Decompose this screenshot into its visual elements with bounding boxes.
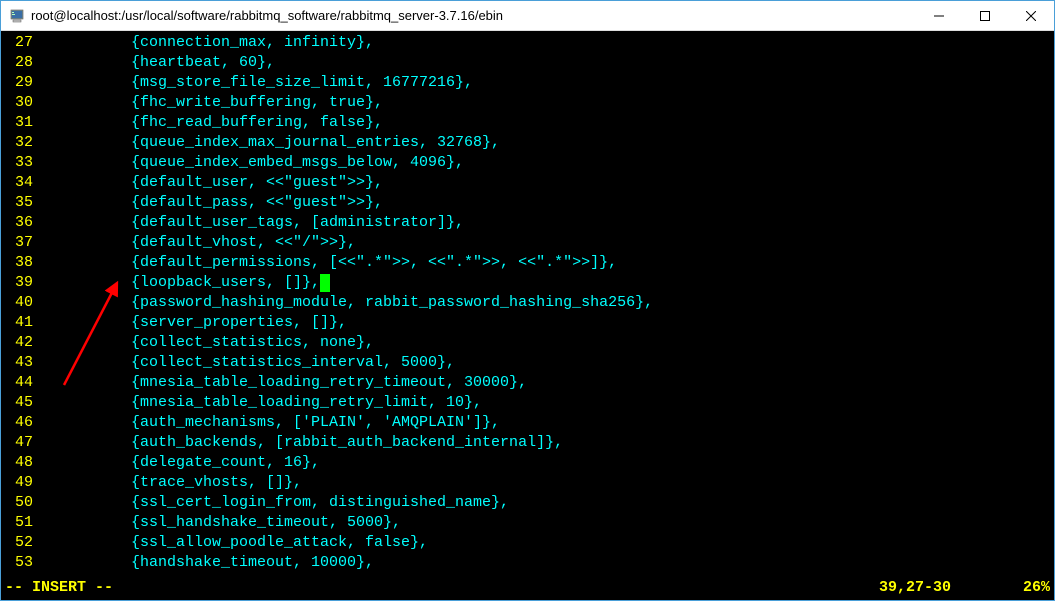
code-text: {password_hashing_module, rabbit_passwor… — [35, 293, 653, 313]
line-number: 34 — [5, 173, 35, 193]
titlebar[interactable]: root@localhost:/usr/local/software/rabbi… — [1, 1, 1054, 31]
code-line: 47{auth_backends, [rabbit_auth_backend_i… — [5, 433, 1054, 453]
line-number: 29 — [5, 73, 35, 93]
code-line: 44{mnesia_table_loading_retry_timeout, 3… — [5, 373, 1054, 393]
line-number: 38 — [5, 253, 35, 273]
putty-icon — [9, 8, 25, 24]
code-text: {ssl_allow_poodle_attack, false}, — [35, 533, 428, 553]
code-text: {default_user, <<"guest">>}, — [35, 173, 383, 193]
line-number: 40 — [5, 293, 35, 313]
code-line: 41{server_properties, []}, — [5, 313, 1054, 333]
code-text: {default_permissions, [<<".*">>, <<".*">… — [35, 253, 617, 273]
code-line: 30{fhc_write_buffering, true}, — [5, 93, 1054, 113]
code-line: 45{mnesia_table_loading_retry_limit, 10}… — [5, 393, 1054, 413]
code-text: {queue_index_embed_msgs_below, 4096}, — [35, 153, 464, 173]
code-text: {auth_backends, [rabbit_auth_backend_int… — [35, 433, 563, 453]
line-number: 51 — [5, 513, 35, 533]
code-text: {queue_index_max_journal_entries, 32768}… — [35, 133, 500, 153]
line-number: 42 — [5, 333, 35, 353]
line-number: 48 — [5, 453, 35, 473]
line-number: 33 — [5, 153, 35, 173]
code-text: {handshake_timeout, 10000}, — [35, 553, 374, 573]
maximize-button[interactable] — [962, 1, 1008, 30]
window-controls — [916, 1, 1054, 30]
line-number: 53 — [5, 553, 35, 573]
code-line: 36{default_user_tags, [administrator]}, — [5, 213, 1054, 233]
line-number: 31 — [5, 113, 35, 133]
code-line: 29{msg_store_file_size_limit, 16777216}, — [5, 73, 1054, 93]
line-number: 36 — [5, 213, 35, 233]
line-number: 37 — [5, 233, 35, 253]
line-number: 43 — [5, 353, 35, 373]
code-line: 39{loopback_users, []}, — [5, 273, 1054, 293]
code-line: 48{delegate_count, 16}, — [5, 453, 1054, 473]
putty-window: root@localhost:/usr/local/software/rabbi… — [0, 0, 1055, 601]
code-line: 46{auth_mechanisms, ['PLAIN', 'AMQPLAIN'… — [5, 413, 1054, 433]
code-line: 50{ssl_cert_login_from, distinguished_na… — [5, 493, 1054, 513]
window-title: root@localhost:/usr/local/software/rabbi… — [31, 8, 916, 23]
code-text: {connection_max, infinity}, — [35, 33, 374, 53]
code-text: {default_pass, <<"guest">>}, — [35, 193, 383, 213]
code-text: {loopback_users, []}, — [35, 273, 330, 293]
line-number: 52 — [5, 533, 35, 553]
close-button[interactable] — [1008, 1, 1054, 30]
code-line: 28{heartbeat, 60}, — [5, 53, 1054, 73]
code-text: {fhc_read_buffering, false}, — [35, 113, 383, 133]
terminal-area[interactable]: 27{connection_max, infinity},28{heartbea… — [1, 31, 1054, 600]
terminal-cursor — [320, 274, 330, 292]
code-text: {heartbeat, 60}, — [35, 53, 275, 73]
code-line: 43{collect_statistics_interval, 5000}, — [5, 353, 1054, 373]
line-number: 46 — [5, 413, 35, 433]
code-text: {trace_vhosts, []}, — [35, 473, 302, 493]
line-number: 28 — [5, 53, 35, 73]
code-container: 27{connection_max, infinity},28{heartbea… — [5, 33, 1054, 573]
vim-position: 39,27-30 26% — [879, 578, 1050, 598]
minimize-button[interactable] — [916, 1, 962, 30]
code-text: {mnesia_table_loading_retry_timeout, 300… — [35, 373, 527, 393]
code-text: {delegate_count, 16}, — [35, 453, 320, 473]
code-text: {mnesia_table_loading_retry_limit, 10}, — [35, 393, 482, 413]
code-line: 32{queue_index_max_journal_entries, 3276… — [5, 133, 1054, 153]
code-line: 37{default_vhost, <<"/">>}, — [5, 233, 1054, 253]
code-line: 34{default_user, <<"guest">>}, — [5, 173, 1054, 193]
code-text: {ssl_cert_login_from, distinguished_name… — [35, 493, 509, 513]
code-line: 35{default_pass, <<"guest">>}, — [5, 193, 1054, 213]
code-text: {fhc_write_buffering, true}, — [35, 93, 383, 113]
code-text: {collect_statistics_interval, 5000}, — [35, 353, 455, 373]
code-line: 31{fhc_read_buffering, false}, — [5, 113, 1054, 133]
code-line: 42{collect_statistics, none}, — [5, 333, 1054, 353]
code-text: {default_vhost, <<"/">>}, — [35, 233, 356, 253]
code-line: 52{ssl_allow_poodle_attack, false}, — [5, 533, 1054, 553]
code-text: {ssl_handshake_timeout, 5000}, — [35, 513, 401, 533]
code-text: {collect_statistics, none}, — [35, 333, 374, 353]
code-line: 51{ssl_handshake_timeout, 5000}, — [5, 513, 1054, 533]
line-number: 27 — [5, 33, 35, 53]
code-text: {msg_store_file_size_limit, 16777216}, — [35, 73, 473, 93]
vim-mode: -- INSERT -- — [5, 578, 879, 598]
line-number: 41 — [5, 313, 35, 333]
code-text: {server_properties, []}, — [35, 313, 347, 333]
line-number: 32 — [5, 133, 35, 153]
line-number: 47 — [5, 433, 35, 453]
line-number: 49 — [5, 473, 35, 493]
line-number: 30 — [5, 93, 35, 113]
code-line: 27{connection_max, infinity}, — [5, 33, 1054, 53]
code-text: {default_user_tags, [administrator]}, — [35, 213, 464, 233]
line-number: 35 — [5, 193, 35, 213]
code-line: 38{default_permissions, [<<".*">>, <<".*… — [5, 253, 1054, 273]
code-line: 33{queue_index_embed_msgs_below, 4096}, — [5, 153, 1054, 173]
line-number: 45 — [5, 393, 35, 413]
code-line: 40{password_hashing_module, rabbit_passw… — [5, 293, 1054, 313]
line-number: 50 — [5, 493, 35, 513]
line-number: 44 — [5, 373, 35, 393]
code-text: {auth_mechanisms, ['PLAIN', 'AMQPLAIN']}… — [35, 413, 500, 433]
line-number: 39 — [5, 273, 35, 293]
code-line: 53{handshake_timeout, 10000}, — [5, 553, 1054, 573]
vim-status-bar: -- INSERT -- 39,27-30 26% — [1, 578, 1054, 600]
code-line: 49{trace_vhosts, []}, — [5, 473, 1054, 493]
